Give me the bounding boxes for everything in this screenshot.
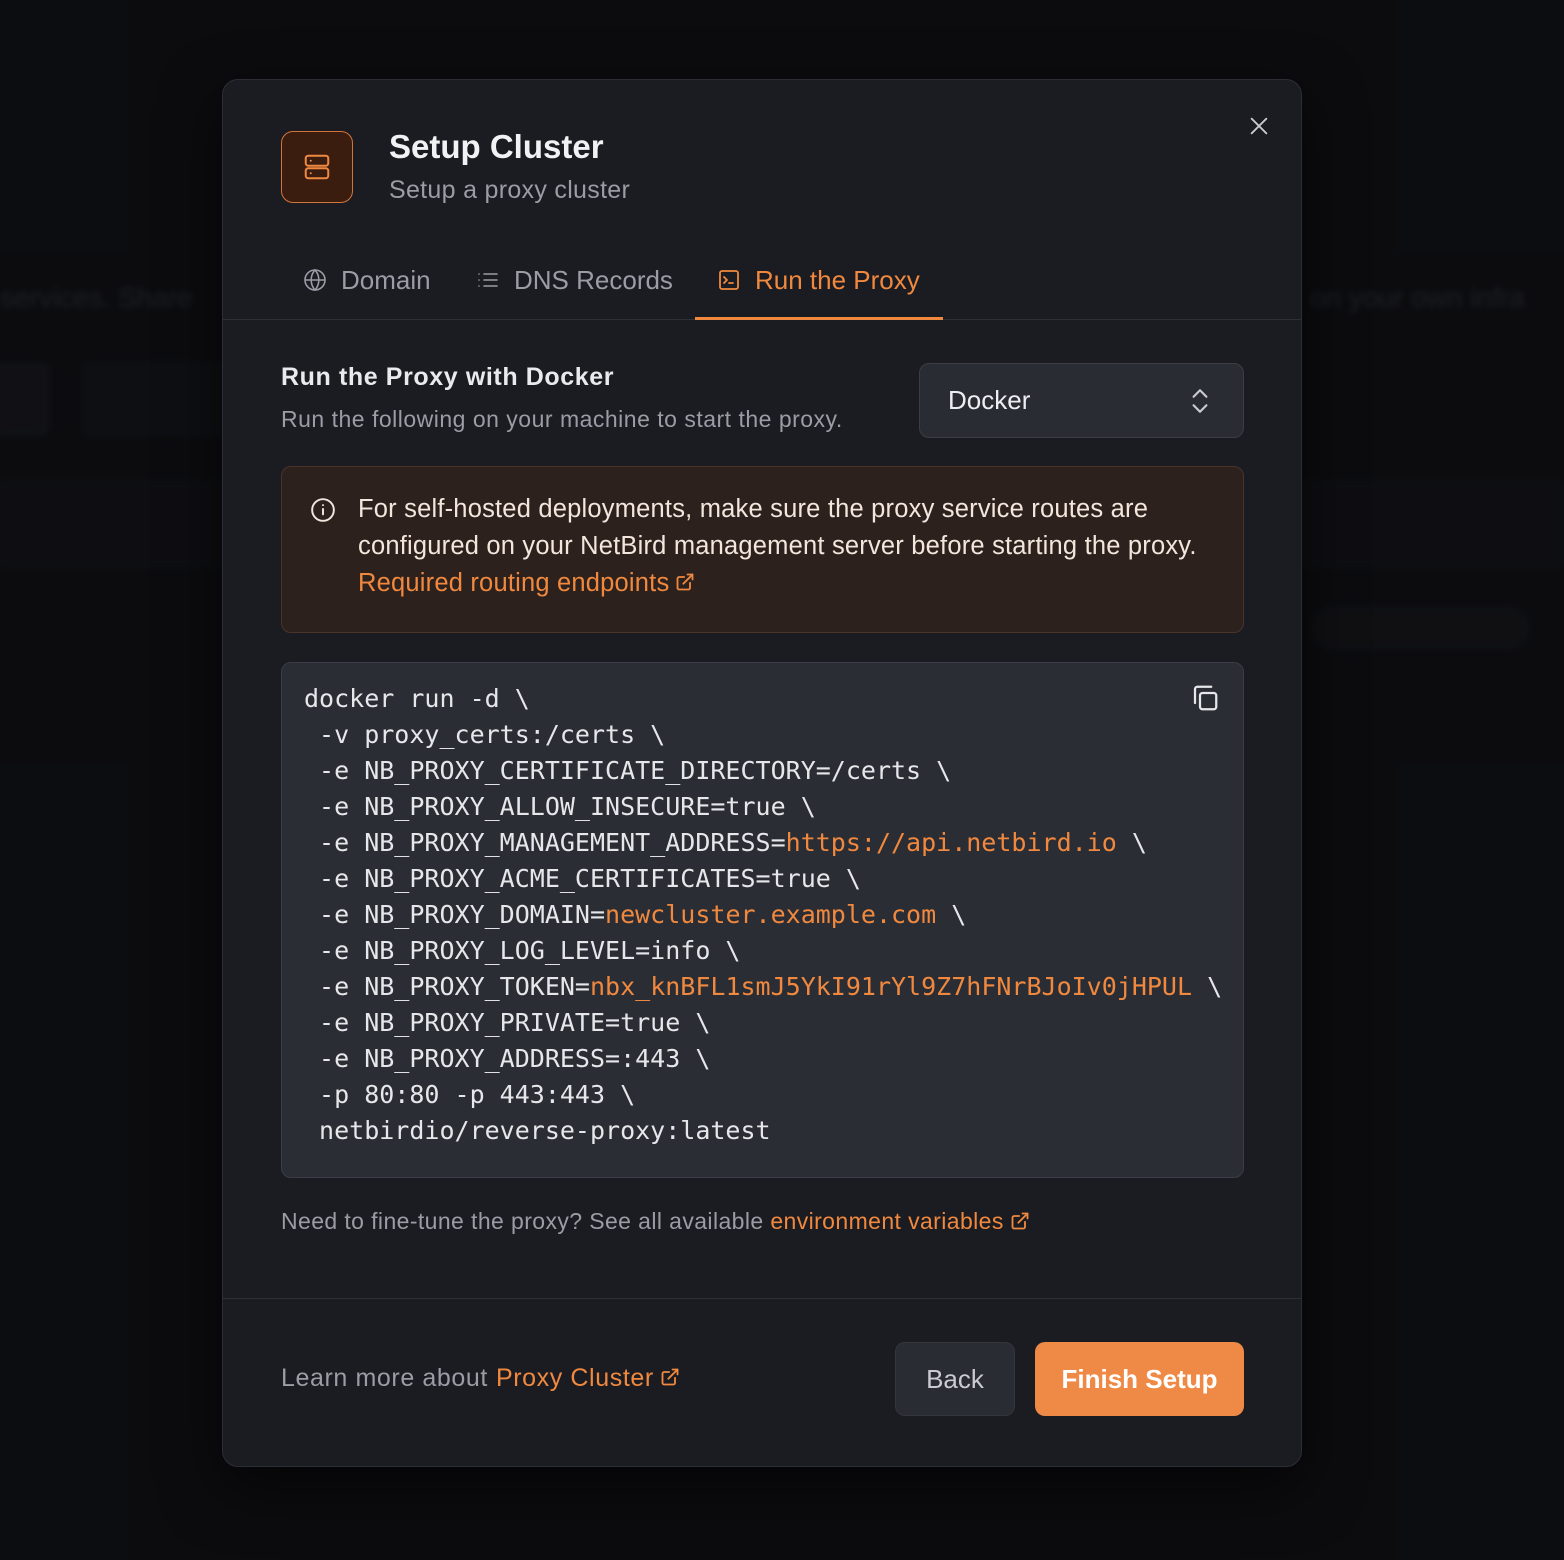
tab-run-the-proxy[interactable]: Run the Proxy	[717, 240, 920, 320]
section-title: Run the Proxy with Docker	[281, 363, 615, 391]
code-text: -e NB_PROXY_LOG_LEVEL=info \	[304, 936, 741, 965]
copy-icon	[1193, 685, 1218, 711]
tab-label: DNS Records	[514, 264, 673, 295]
code-line: docker run -d \	[304, 681, 1222, 717]
tab-bar: Domain DNS Records Run the Proxy	[223, 240, 1301, 320]
tab-label: Run the Proxy	[755, 264, 920, 295]
code-highlight-value: newcluster.example.com	[605, 900, 937, 929]
footer-divider	[223, 1298, 1301, 1299]
code-line: netbirdio/reverse-proxy:latest	[304, 1113, 1222, 1149]
copy-button[interactable]	[1190, 683, 1226, 719]
code-line: -e NB_PROXY_DOMAIN=newcluster.example.co…	[304, 897, 1222, 933]
code-line: -e NB_PROXY_ADDRESS=:443 \	[304, 1041, 1222, 1077]
runtime-select[interactable]: Docker	[919, 363, 1244, 438]
finish-setup-button[interactable]: Finish Setup	[1035, 1342, 1244, 1416]
select-value: Docker	[948, 385, 1031, 415]
link-label: environment variables	[770, 1208, 1004, 1234]
chevron-up-down-icon	[1192, 389, 1208, 413]
code-text: docker run -d \	[304, 684, 530, 713]
info-icon	[311, 498, 335, 522]
code-line: -p 80:80 -p 443:443 \	[304, 1077, 1222, 1113]
code-highlight-value: https://api.netbird.io	[785, 828, 1117, 857]
setup-cluster-dialog: Setup Cluster Setup a proxy cluster Doma…	[222, 79, 1302, 1467]
code-line: -v proxy_certs:/certs \	[304, 717, 1222, 753]
terminal-icon	[719, 270, 739, 290]
proxy-cluster-link[interactable]: Proxy Cluster	[496, 1364, 680, 1392]
code-line: -e NB_PROXY_MANAGEMENT_ADDRESS=https://a…	[304, 825, 1222, 861]
code-line: -e NB_PROXY_TOKEN=nbx_knBFL1smJ5YkI91rYl…	[304, 969, 1222, 1005]
code-text: -e NB_PROXY_MANAGEMENT_ADDRESS=	[304, 828, 786, 857]
code-line: -e NB_PROXY_PRIVATE=true \	[304, 1005, 1222, 1041]
dialog-subtitle: Setup a proxy cluster	[389, 176, 631, 204]
code-text: -p 80:80 -p 443:443 \	[304, 1080, 636, 1109]
close-button[interactable]	[1241, 108, 1277, 144]
tab-label: Domain	[341, 264, 431, 295]
tab-domain[interactable]: Domain	[303, 240, 431, 320]
tab-dns-records[interactable]: DNS Records	[476, 240, 673, 320]
active-tab-indicator	[695, 317, 943, 320]
external-link-icon	[661, 1368, 679, 1386]
section-description: Run the following on your machine to sta…	[281, 406, 843, 432]
link-label: Required routing endpoints	[358, 569, 670, 597]
dialog-title: Setup Cluster	[389, 128, 604, 165]
learn-more: Learn more about Proxy Cluster	[281, 1364, 680, 1393]
code-text: \	[1192, 972, 1223, 1001]
info-alert: For self-hosted deployments, make sure t…	[281, 466, 1244, 633]
code-text: -e NB_PROXY_PRIVATE=true \	[304, 1008, 711, 1037]
routing-endpoints-link[interactable]: Required routing endpoints	[358, 569, 695, 597]
code-content[interactable]: docker run -d \ -v proxy_certs:/certs \ …	[304, 681, 1222, 1149]
footnote-text: Need to fine-tune the proxy? See all ava…	[281, 1208, 771, 1234]
code-line: -e NB_PROXY_LOG_LEVEL=info \	[304, 933, 1222, 969]
code-text: -v proxy_certs:/certs \	[304, 720, 666, 749]
code-text: -e NB_PROXY_ALLOW_INSECURE=true \	[304, 792, 816, 821]
external-link-icon	[1011, 1212, 1029, 1230]
external-link-icon	[677, 573, 694, 591]
code-line: -e NB_PROXY_CERTIFICATE_DIRECTORY=/certs…	[304, 753, 1222, 789]
code-text: \	[1116, 828, 1147, 857]
code-line: -e NB_PROXY_ACME_CERTIFICATES=true \	[304, 861, 1222, 897]
code-text: -e NB_PROXY_DOMAIN=	[304, 900, 606, 929]
alert-message: For self-hosted deployments, make sure t…	[358, 491, 1218, 602]
server-icon	[281, 131, 353, 203]
code-text: -e NB_PROXY_ACME_CERTIFICATES=true \	[304, 864, 861, 893]
code-text: -e NB_PROXY_TOKEN=	[304, 972, 590, 1001]
globe-icon	[304, 268, 326, 292]
list-icon	[478, 273, 498, 287]
close-icon	[1250, 117, 1268, 135]
code-line: -e NB_PROXY_ALLOW_INSECURE=true \	[304, 789, 1222, 825]
code-text: netbirdio/reverse-proxy:latest	[304, 1116, 771, 1145]
learn-more-text: Learn more about	[281, 1364, 488, 1392]
back-button[interactable]: Back	[895, 1342, 1015, 1416]
alert-text: For self-hosted deployments, make sure t…	[358, 495, 1197, 560]
environment-variables-link[interactable]: environment variables	[770, 1208, 1029, 1234]
code-text: -e NB_PROXY_ADDRESS=:443 \	[304, 1044, 711, 1073]
code-highlight-value: nbx_knBFL1smJ5YkI91rYl9Z7hFNrBJoIv0jHPUL	[589, 972, 1193, 1001]
docker-command-block: docker run -d \ -v proxy_certs:/certs \ …	[281, 662, 1244, 1178]
link-label: Proxy Cluster	[495, 1364, 654, 1392]
code-text: -e NB_PROXY_CERTIFICATE_DIRECTORY=/certs…	[304, 756, 952, 785]
code-text: \	[936, 900, 967, 929]
env-vars-note: Need to fine-tune the proxy? See all ava…	[281, 1208, 1030, 1235]
